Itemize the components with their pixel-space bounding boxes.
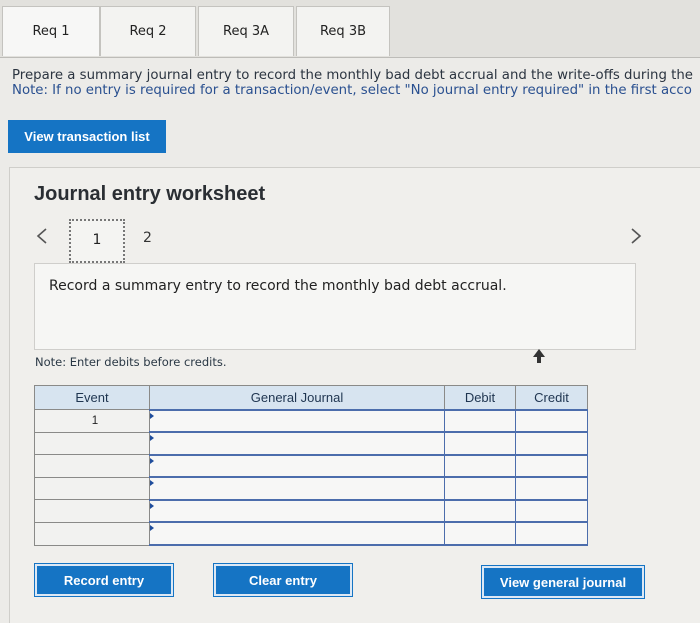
entry-description: Record a summary entry to record the mon… bbox=[49, 278, 507, 294]
debit-input[interactable] bbox=[444, 431, 516, 456]
dropdown-arrow-icon bbox=[150, 480, 154, 487]
page-number: 2 bbox=[143, 230, 152, 246]
worksheet-title: Journal entry worksheet bbox=[34, 183, 266, 205]
view-transaction-list-button[interactable]: View transaction list bbox=[8, 120, 166, 153]
table-header-row: Event General Journal Debit Credit bbox=[34, 385, 588, 410]
mouse-cursor-icon bbox=[533, 348, 547, 364]
tab-label: Req 3B bbox=[319, 24, 367, 39]
debit-input[interactable] bbox=[444, 476, 516, 501]
credit-input[interactable] bbox=[515, 453, 588, 479]
debit-input[interactable] bbox=[444, 521, 516, 547]
account-select[interactable] bbox=[149, 408, 445, 434]
dropdown-arrow-icon bbox=[150, 412, 154, 419]
debit-input[interactable] bbox=[444, 498, 516, 524]
instruction-note: Note: If no entry is required for a tran… bbox=[12, 83, 692, 98]
tab-req-3b[interactable]: Req 3B bbox=[296, 6, 390, 56]
entry-description-box: Record a summary entry to record the mon… bbox=[34, 263, 636, 350]
event-cell bbox=[34, 431, 150, 456]
tab-label: Req 3A bbox=[223, 24, 269, 39]
table-row bbox=[34, 498, 588, 524]
credit-input[interactable] bbox=[515, 498, 588, 524]
debit-header: Debit bbox=[444, 385, 516, 410]
tab-req-3a[interactable]: Req 3A bbox=[198, 6, 294, 56]
tab-label: Req 1 bbox=[32, 24, 70, 39]
worksheet-page-1[interactable]: 1 bbox=[69, 219, 125, 263]
account-select[interactable] bbox=[149, 521, 445, 547]
table-row bbox=[34, 453, 588, 479]
credit-input[interactable] bbox=[515, 521, 588, 547]
credit-header: Credit bbox=[515, 385, 588, 410]
worksheet-page-2[interactable]: 2 bbox=[143, 230, 152, 246]
page-number: 1 bbox=[92, 232, 102, 248]
table-row bbox=[34, 476, 588, 501]
debit-input[interactable] bbox=[444, 408, 516, 434]
account-select[interactable] bbox=[149, 476, 445, 501]
instructions: Prepare a summary journal entry to recor… bbox=[12, 68, 700, 98]
account-select[interactable] bbox=[149, 498, 445, 524]
debit-input[interactable] bbox=[444, 453, 516, 479]
credit-input[interactable] bbox=[515, 408, 588, 434]
event-cell bbox=[34, 521, 150, 546]
tab-label: Req 2 bbox=[129, 24, 167, 39]
credit-input[interactable] bbox=[515, 476, 588, 501]
requirement-tabs: Req 1 Req 2 Req 3A Req 3B bbox=[0, 0, 700, 58]
chevron-left-icon[interactable] bbox=[36, 225, 48, 249]
event-cell bbox=[34, 454, 150, 478]
event-cell: 1 bbox=[34, 409, 150, 433]
credit-input[interactable] bbox=[515, 431, 588, 456]
dropdown-arrow-icon bbox=[150, 435, 154, 442]
account-select[interactable] bbox=[149, 431, 445, 456]
chevron-right-icon[interactable] bbox=[630, 225, 642, 249]
general-journal-header: General Journal bbox=[149, 385, 445, 410]
dropdown-arrow-icon bbox=[150, 525, 154, 532]
view-general-journal-button[interactable]: View general journal bbox=[481, 565, 645, 599]
clear-entry-button[interactable]: Clear entry bbox=[213, 563, 353, 597]
table-row bbox=[34, 521, 588, 547]
table-row bbox=[34, 431, 588, 456]
event-cell bbox=[34, 499, 150, 523]
event-cell bbox=[34, 476, 150, 501]
dropdown-arrow-icon bbox=[150, 502, 154, 509]
journal-entry-table: Event General Journal Debit Credit 1 bbox=[34, 385, 588, 547]
debit-credit-note: Note: Enter debits before credits. bbox=[35, 355, 227, 369]
instruction-text: Prepare a summary journal entry to recor… bbox=[12, 68, 693, 83]
table-row: 1 bbox=[34, 408, 588, 434]
tab-req-2[interactable]: Req 2 bbox=[100, 6, 196, 56]
account-select[interactable] bbox=[149, 453, 445, 479]
dropdown-arrow-icon bbox=[150, 457, 154, 464]
record-entry-button[interactable]: Record entry bbox=[34, 563, 174, 597]
tab-req-1[interactable]: Req 1 bbox=[2, 6, 100, 56]
event-header: Event bbox=[34, 385, 150, 410]
